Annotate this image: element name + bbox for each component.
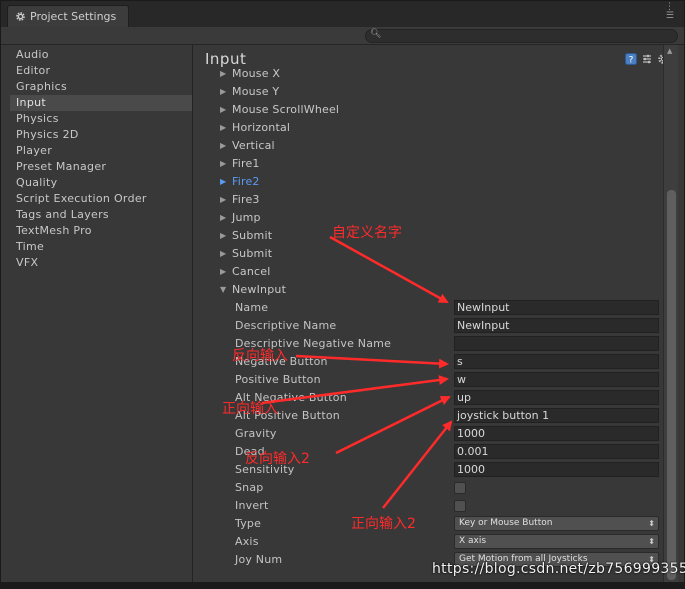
axis-item-mouse-x[interactable]: ▶ Mouse X [193,65,663,83]
sidebar-item-script-execution-order[interactable]: Script Execution Order [10,191,192,207]
sidebar-item-vfx[interactable]: VFX [10,255,192,271]
collapsed-triangle-icon[interactable]: ▶ [220,245,226,263]
negative-button-field[interactable]: s [454,354,659,369]
axis-item-horizontal[interactable]: ▶ Horizontal [193,119,663,137]
collapsed-triangle-icon[interactable]: ▶ [220,173,226,191]
sidebar-item-time[interactable]: Time [10,239,192,255]
axis-dropdown[interactable]: X axis ⬍ [454,534,659,549]
axis-item-submit-2[interactable]: ▶ Submit [193,245,663,263]
axis-item-jump[interactable]: ▶ Jump [193,209,663,227]
axis-item-submit[interactable]: ▶ Submit [193,227,663,245]
collapsed-triangle-icon[interactable]: ▶ [220,83,226,101]
sidebar-item-graphics[interactable]: Graphics [10,79,192,95]
sidebar-item-editor[interactable]: Editor [10,63,192,79]
sidebar-item-player[interactable]: Player [10,143,192,159]
svg-text:?: ? [629,56,634,66]
dead-field[interactable]: 0.001 [454,444,659,459]
collapsed-triangle-icon[interactable]: ▶ [220,137,226,155]
collapsed-triangle-icon[interactable]: ▶ [220,209,226,227]
prop-gravity: Gravity 1000 [193,425,663,443]
axis-item-newinput[interactable]: ▼ NewInput [193,281,663,299]
descriptive-name-field[interactable]: NewInput [454,318,659,333]
scroll-up-icon[interactable]: ▲ [667,47,672,55]
watermark: https://blog.csdn.net/zb756999355 [432,561,685,577]
sidebar-item-audio[interactable]: Audio [10,47,192,63]
search-icon: 🔍︎ [370,29,382,39]
prop-name: Name NewInput [193,299,663,317]
tab-title: Project Settings [30,10,117,23]
invert-checkbox[interactable] [454,500,466,512]
vertical-scrollbar[interactable]: ▲ [663,45,678,583]
dropdown-arrows-icon: ⬍ [648,519,655,528]
collapsed-triangle-icon[interactable]: ▶ [220,191,226,209]
collapsed-triangle-icon[interactable]: ▶ [220,155,226,173]
annotation-reverse-input-2: 反向输入2 [245,451,310,467]
prop-invert: Invert [193,497,663,515]
toolbar: 🔍︎ [1,27,684,45]
axis-item-cancel[interactable]: ▶ Cancel [193,263,663,281]
collapsed-triangle-icon[interactable]: ▶ [220,65,226,83]
help-icon[interactable]: ? [625,53,637,65]
bottom-edge [0,582,685,589]
prop-descriptive-name: Descriptive Name NewInput [193,317,663,335]
search-input[interactable]: 🔍︎ [365,29,678,43]
name-field[interactable]: NewInput [454,300,659,315]
annotation-custom-name: 自定义名字 [332,225,402,241]
preset-icon[interactable] [641,53,653,65]
collapsed-triangle-icon[interactable]: ▶ [220,227,226,245]
sidebar-item-physics-2d[interactable]: Physics 2D [10,127,192,143]
axis-item-fire2[interactable]: ▶ Fire2 [193,173,663,191]
title-bar: Project Settings ⋮ ☰ [1,1,684,27]
sidebar-item-input[interactable]: Input [10,95,192,111]
sidebar-item-quality[interactable]: Quality [10,175,192,191]
collapsed-triangle-icon[interactable]: ▶ [220,101,226,119]
expanded-triangle-icon[interactable]: ▼ [220,281,226,299]
axis-item-vertical[interactable]: ▶ Vertical [193,137,663,155]
project-settings-window: Project Settings ⋮ ☰ 🔍︎ Audio Editor Grap… [0,0,685,589]
scrollbar-thumb[interactable] [667,190,676,580]
annotation-reverse-input: 反向输入 [232,348,288,364]
header-icons: ? [625,53,663,65]
snap-checkbox[interactable] [454,482,466,494]
sidebar-item-preset-manager[interactable]: Preset Manager [10,159,192,175]
tab-project-settings[interactable]: Project Settings [7,5,129,27]
sidebar-item-physics[interactable]: Physics [10,111,192,127]
sidebar-item-tags-and-layers[interactable]: Tags and Layers [10,207,192,223]
axis-item-mouse-y[interactable]: ▶ Mouse Y [193,83,663,101]
axes-list: ▶ Mouse X ▶ Mouse Y ▶ Mouse ScrollWheel ▶ Ho… [193,65,663,569]
collapsed-triangle-icon[interactable]: ▶ [220,263,226,281]
window-menu-icon[interactable]: ⋮ ☰ [665,3,674,21]
alt-negative-button-field[interactable]: up [454,390,659,405]
gravity-field[interactable]: 1000 [454,426,659,441]
prop-snap: Snap [193,479,663,497]
prop-axis: Axis X axis ⬍ [193,533,663,551]
axis-item-fire1[interactable]: ▶ Fire1 [193,155,663,173]
annotation-forward-input-2: 正向输入2 [351,516,416,532]
axis-item-mouse-scrollwheel[interactable]: ▶ Mouse ScrollWheel [193,101,663,119]
axis-item-fire3[interactable]: ▶ Fire3 [193,191,663,209]
prop-positive-button: Positive Button w [193,371,663,389]
prop-type: Type Key or Mouse Button ⬍ [193,515,663,533]
dropdown-arrows-icon: ⬍ [648,537,655,546]
input-settings-panel: Input ? ▶ Mouse X ▶ Mouse Y ▶ Mouse ScrollW… [193,45,663,583]
collapsed-triangle-icon[interactable]: ▶ [220,119,226,137]
sensitivity-field[interactable]: 1000 [454,462,659,477]
positive-button-field[interactable]: w [454,372,659,387]
gear-icon [16,12,25,21]
annotation-forward-input: 正向输入 [222,401,278,417]
alt-positive-button-field[interactable]: joystick button 1 [454,408,659,423]
type-dropdown[interactable]: Key or Mouse Button ⬍ [454,516,659,531]
settings-sidebar: Audio Editor Graphics Input Physics Phys… [10,47,192,583]
descriptive-negative-name-field[interactable] [454,336,659,351]
sidebar-item-textmesh-pro[interactable]: TextMesh Pro [10,223,192,239]
